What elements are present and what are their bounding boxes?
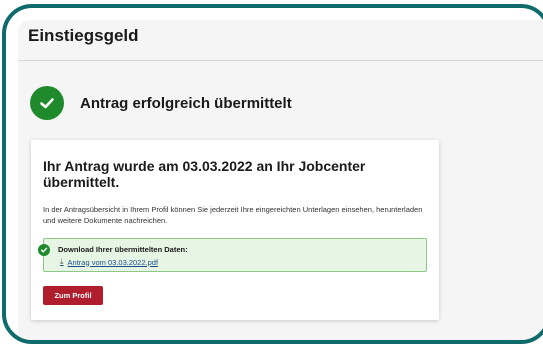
app-frame: Einstiegsgeld Antrag erfolgreich übermit… xyxy=(2,4,543,344)
download-link-label: Antrag vom 03.03.2022.pdf xyxy=(67,257,159,267)
card-title: Ihr Antrag wurde am 03.03.2022 an Ihr Jo… xyxy=(43,158,366,190)
profile-button[interactable]: Zum Profil xyxy=(43,286,103,305)
confirmation-card: Ihr Antrag wurde am 03.03.2022 an Ihr Jo… xyxy=(31,140,439,320)
download-icon: ⤓ xyxy=(60,257,64,266)
divider xyxy=(18,60,543,61)
status-message: Antrag erfolgreich übermittelt xyxy=(80,94,292,112)
download-box: Download Ihrer übermittelten Daten: ⤓ An… xyxy=(38,238,427,272)
page-title: Einstiegsgeld xyxy=(28,26,139,45)
card-description: In der Antragsübersicht in Ihrem Profil … xyxy=(43,205,423,225)
success-status: Antrag erfolgreich übermittelt xyxy=(30,86,292,120)
download-title: Download Ihrer übermittelten Daten: xyxy=(58,245,188,254)
download-link[interactable]: ⤓ Antrag vom 03.03.2022.pdf xyxy=(60,257,158,267)
check-circle-icon xyxy=(38,244,50,256)
check-circle-icon xyxy=(30,86,64,120)
